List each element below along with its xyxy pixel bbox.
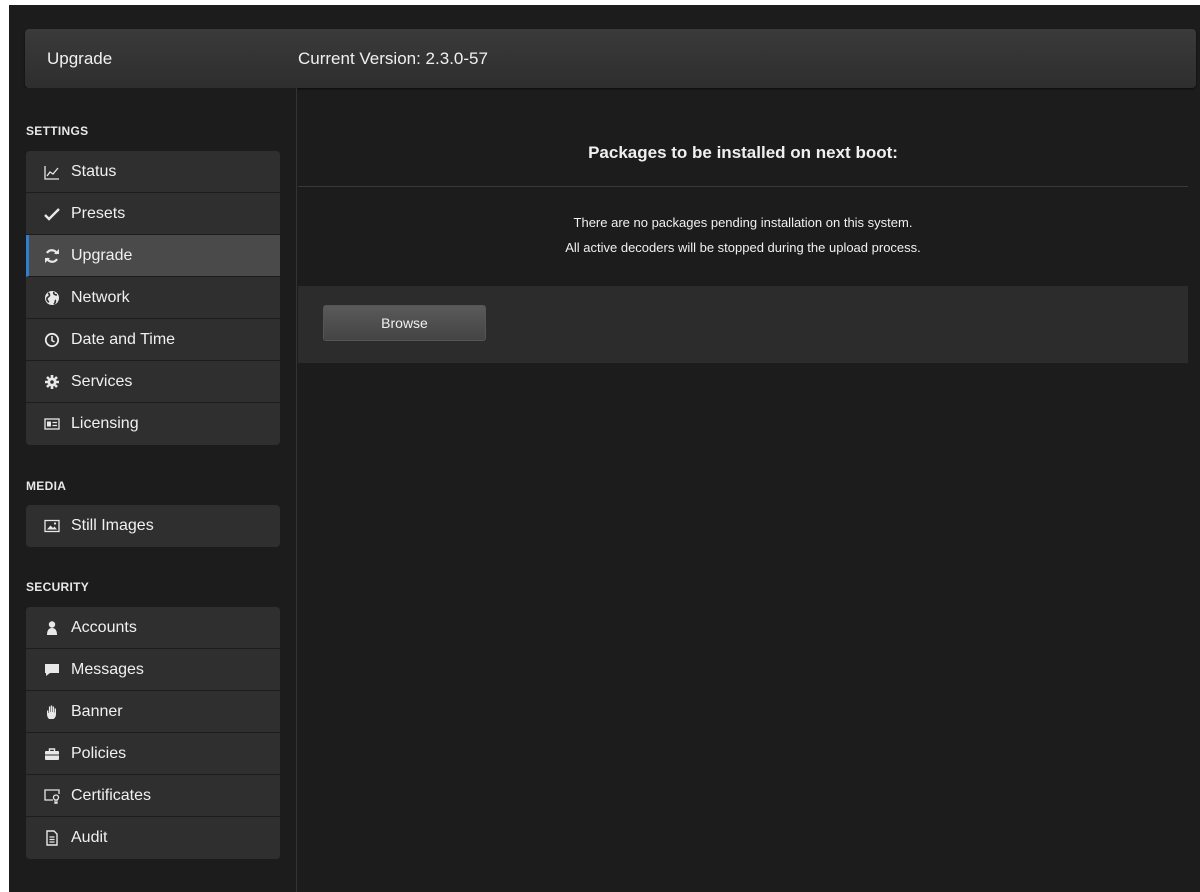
briefcase-icon — [43, 745, 61, 763]
sidebar-item-status[interactable]: Status — [26, 151, 280, 193]
sidebar-item-label: Still Images — [71, 517, 154, 534]
decoders-warning-message: All active decoders will be stopped duri… — [565, 240, 921, 255]
sidebar-item-label: Certificates — [71, 786, 152, 804]
sidebar-item-label: Accounts — [71, 618, 137, 636]
sidebar-item-label: Services — [71, 372, 133, 390]
sidebar-item-network[interactable]: Network — [26, 277, 280, 319]
app-frame: Upgrade Current Version: 2.3.0-57 SETTIN… — [9, 5, 1200, 892]
sidebar-item-messages[interactable]: Messages — [26, 649, 280, 691]
browse-button[interactable]: Browse — [323, 305, 486, 341]
clock-icon — [43, 331, 61, 349]
sidebar-item-label: Presets — [71, 204, 126, 222]
sidebar-item-label: Date and Time — [71, 330, 176, 348]
sidebar-item-label: Policies — [71, 744, 127, 762]
upload-panel: Browse — [298, 286, 1188, 363]
sidebar-item-label: Status — [71, 162, 117, 180]
no-packages-message: There are no packages pending installati… — [573, 215, 913, 230]
sidebar-item-label: Banner — [71, 702, 123, 720]
sidebar-item-policies[interactable]: Policies — [26, 733, 280, 775]
page-title: Upgrade — [47, 49, 113, 68]
globe-icon — [43, 289, 61, 307]
sidebar-item-upgrade[interactable]: Upgrade — [26, 235, 280, 277]
security-nav-group: Accounts Messages Banner Policies Certif… — [26, 607, 280, 859]
sidebar-item-date-and-time[interactable]: Date and Time — [26, 319, 280, 361]
sidebar-item-accounts[interactable]: Accounts — [26, 607, 280, 649]
sidebar-item-banner[interactable]: Banner — [26, 691, 280, 733]
sidebar-item-audit[interactable]: Audit — [26, 817, 280, 859]
sidebar-item-presets[interactable]: Presets — [26, 193, 280, 235]
chart-line-icon — [43, 163, 61, 181]
speech-bubble-icon — [43, 661, 61, 679]
user-icon — [43, 619, 61, 637]
main-content: Packages to be installed on next boot: T… — [298, 88, 1200, 892]
sidebar-item-label: Messages — [71, 660, 144, 678]
sidebar-item-licensing[interactable]: Licensing — [26, 403, 280, 445]
sidebar-item-services[interactable]: Services — [26, 361, 280, 403]
sidebar-item-label: Licensing — [71, 415, 139, 432]
certificate-icon — [43, 787, 61, 805]
sidebar-item-still-images[interactable]: Still Images — [26, 505, 280, 547]
sidebar-item-label: Network — [71, 288, 130, 306]
media-section-heading: MEDIA — [26, 479, 67, 493]
packages-heading: Packages to be installed on next boot: — [588, 143, 898, 162]
sidebar: SETTINGS Status Presets Upgrade Network … — [9, 88, 297, 892]
media-nav-group: Still Images — [26, 505, 280, 547]
sidebar-item-label: Audit — [71, 829, 108, 846]
refresh-icon — [43, 247, 61, 265]
security-section-heading: SECURITY — [26, 580, 90, 594]
settings-section-heading: SETTINGS — [26, 124, 89, 138]
sidebar-item-label: Upgrade — [71, 246, 133, 264]
document-icon — [43, 829, 61, 847]
settings-nav-group: Status Presets Upgrade Network Date and … — [26, 151, 280, 445]
divider — [298, 186, 1188, 187]
header-bar: Upgrade Current Version: 2.3.0-57 — [25, 29, 1196, 88]
sidebar-item-certificates[interactable]: Certificates — [26, 775, 280, 817]
license-card-icon — [43, 415, 61, 433]
image-icon — [43, 517, 61, 535]
gear-icon — [43, 373, 61, 391]
checkmark-icon — [43, 205, 61, 223]
hand-icon — [43, 703, 61, 721]
current-version-text: Current Version: 2.3.0-57 — [298, 49, 488, 68]
